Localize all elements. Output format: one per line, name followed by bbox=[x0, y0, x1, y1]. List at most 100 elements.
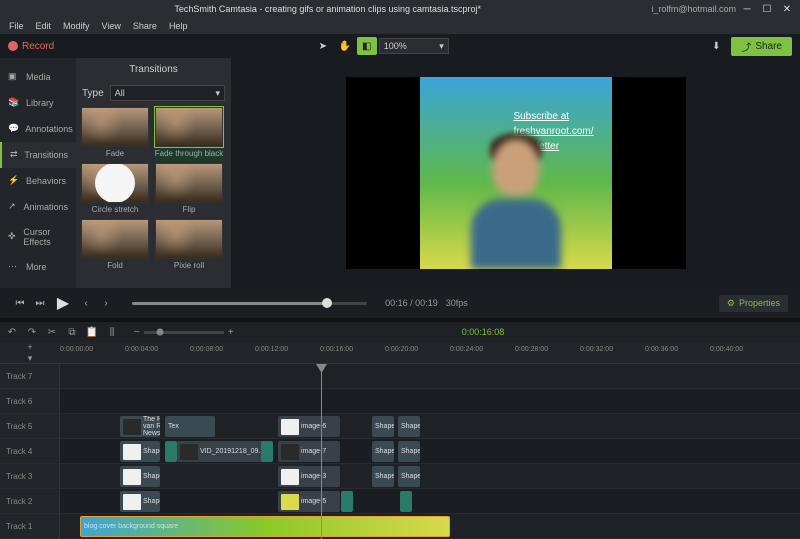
timeline-clip[interactable] bbox=[261, 441, 273, 462]
timeline-clip[interactable]: Shape bbox=[372, 466, 394, 487]
menu-help[interactable]: Help bbox=[164, 20, 193, 32]
preview-canvas[interactable]: Subscribe atfreshvanroot.com/newsletter bbox=[346, 77, 686, 269]
track-options-button[interactable]: ▾ bbox=[28, 353, 33, 364]
track-row[interactable]: Track 3Shapeimage-3ShapeShape bbox=[0, 464, 800, 489]
transition-flip[interactable]: Flip bbox=[154, 163, 224, 217]
prev-frame-button[interactable]: ⏮ bbox=[12, 295, 28, 311]
hand-tool-icon[interactable]: ✋ bbox=[335, 37, 355, 55]
track-row[interactable]: Track 7 bbox=[0, 364, 800, 389]
menu-edit[interactable]: Edit bbox=[31, 20, 57, 32]
menu-file[interactable]: File bbox=[4, 20, 29, 32]
menu-modify[interactable]: Modify bbox=[58, 20, 95, 32]
time-ruler[interactable]: 0:00:00:000:00:04:000:00:08:000:00:12:00… bbox=[60, 342, 800, 363]
timeline-clip[interactable]: Shape bbox=[398, 466, 420, 487]
transition-pixie-roll[interactable]: Pixie roll bbox=[154, 219, 224, 273]
transition-thumbnail bbox=[155, 163, 223, 203]
zoom-in-icon[interactable]: + bbox=[228, 327, 234, 338]
scrub-thumb[interactable] bbox=[322, 298, 332, 308]
timeline-clip[interactable]: Shape bbox=[372, 441, 394, 462]
clip-label: Shape bbox=[375, 423, 394, 430]
sidebar-item-media[interactable]: ▣Media bbox=[0, 64, 76, 90]
sidebar-item-library[interactable]: 📚Library bbox=[0, 90, 76, 116]
timeline-clip[interactable]: image-6 bbox=[278, 416, 340, 437]
record-button[interactable]: Record bbox=[8, 41, 54, 52]
sidebar-item-behaviors[interactable]: ⚡Behaviors bbox=[0, 168, 76, 194]
crop-tool-icon[interactable]: ◧ bbox=[357, 37, 377, 55]
scrubber[interactable] bbox=[132, 302, 367, 305]
transition-circle-stretch[interactable]: Circle stretch bbox=[80, 163, 150, 217]
properties-label: Properties bbox=[739, 298, 780, 308]
clip-label: Shape bbox=[401, 423, 420, 430]
track-row[interactable]: Track 4ShapeVID_20191218_09…image-7Shape… bbox=[0, 439, 800, 464]
track-row[interactable]: Track 5The Fresh van Root NewsletterTexi… bbox=[0, 414, 800, 439]
maximize-button[interactable]: ☐ bbox=[758, 1, 776, 17]
track-row[interactable]: Track 6 bbox=[0, 389, 800, 414]
timeline-clip[interactable]: blog cover background square bbox=[80, 516, 450, 537]
download-icon[interactable]: ⬇ bbox=[707, 37, 725, 55]
clip-thumbnail bbox=[123, 419, 141, 435]
timeline-clip[interactable]: Shape bbox=[398, 416, 420, 437]
transition-thumbnail bbox=[81, 219, 149, 259]
timeline-clip[interactable]: image-5 bbox=[278, 491, 340, 512]
animations-icon: ↗ bbox=[8, 201, 17, 213]
close-button[interactable]: ✕ bbox=[778, 1, 796, 17]
timeline-clip[interactable]: VID_20191218_09… bbox=[177, 441, 271, 462]
sidebar-item-animations[interactable]: ↗Animations bbox=[0, 194, 76, 220]
copy-icon[interactable]: ⧉ bbox=[66, 326, 78, 338]
add-track-button[interactable]: + bbox=[27, 342, 32, 352]
playhead[interactable] bbox=[321, 364, 322, 539]
type-select[interactable]: All ▾ bbox=[110, 85, 225, 101]
share-button[interactable]: ⤴ Share bbox=[731, 37, 792, 56]
transition-fade-through-black[interactable]: Fade through black bbox=[154, 107, 224, 161]
paste-icon[interactable]: 📋 bbox=[86, 326, 98, 338]
transition-thumbnail bbox=[155, 219, 223, 259]
clip-thumbnail bbox=[281, 469, 299, 485]
timeline-clip[interactable]: Shape bbox=[398, 441, 420, 462]
zoom-out-icon[interactable]: − bbox=[134, 327, 140, 338]
sidebar: ▣Media📚Library💬Annotations⇄Transitions⚡B… bbox=[0, 58, 76, 288]
main-toolbar: Record ➤ ✋ ◧ 100%▾ ⬇ ⤴ Share bbox=[0, 34, 800, 58]
share-icon: ⤴ bbox=[741, 39, 751, 54]
timeline-clip[interactable] bbox=[165, 441, 177, 462]
timeline-clip[interactable]: image-3 bbox=[278, 466, 340, 487]
sidebar-item-annotations[interactable]: 💬Annotations bbox=[0, 116, 76, 142]
play-button[interactable]: ▶ bbox=[52, 292, 74, 314]
menu-view[interactable]: View bbox=[97, 20, 126, 32]
timeline-clip[interactable]: Shape bbox=[120, 466, 160, 487]
timeline-clip[interactable]: Shape bbox=[120, 441, 160, 462]
timeline-clip[interactable] bbox=[400, 491, 412, 512]
track-row[interactable]: Track 2Shapeimage-5 bbox=[0, 489, 800, 514]
clip-label: Tex bbox=[168, 423, 179, 430]
timeline-clip[interactable]: Shape bbox=[120, 491, 160, 512]
next-frame-button[interactable]: ⏭ bbox=[32, 295, 48, 311]
cut-icon[interactable]: ✂ bbox=[46, 326, 58, 338]
transitions-panel: Transitions Type All ▾ FadeFade through … bbox=[76, 58, 231, 288]
minimize-button[interactable]: ─ bbox=[738, 1, 756, 17]
step-back-button[interactable]: ‹ bbox=[78, 295, 94, 311]
timeline-clip[interactable] bbox=[341, 491, 353, 512]
timeline-clip[interactable]: The Fresh van Root Newsletter bbox=[120, 416, 160, 437]
pointer-tool-icon[interactable]: ➤ bbox=[313, 37, 333, 55]
sidebar-item-transitions[interactable]: ⇄Transitions bbox=[0, 142, 76, 168]
track-row[interactable]: Track 1blog cover background square bbox=[0, 514, 800, 539]
step-forward-button[interactable]: › bbox=[98, 295, 114, 311]
zoom-select[interactable]: 100%▾ bbox=[379, 38, 449, 54]
clip-label: Shape bbox=[401, 448, 420, 455]
properties-button[interactable]: ⚙ Properties bbox=[719, 295, 788, 312]
timeline-clip[interactable]: image-7 bbox=[278, 441, 340, 462]
sidebar-item-label: Media bbox=[26, 72, 51, 82]
timeline-zoom-slider[interactable] bbox=[144, 331, 224, 334]
clip-thumbnail bbox=[281, 419, 299, 435]
transition-fold[interactable]: Fold bbox=[80, 219, 150, 273]
clip-thumbnail bbox=[180, 444, 198, 460]
sidebar-item-more[interactable]: ⋯More bbox=[0, 254, 76, 280]
menu-share[interactable]: Share bbox=[128, 20, 162, 32]
undo-icon[interactable]: ↶ bbox=[6, 326, 18, 338]
time-display: 00:16 / 00:19 bbox=[385, 298, 438, 308]
sidebar-item-cursor-effects[interactable]: ✜Cursor Effects bbox=[0, 220, 76, 254]
transition-fade[interactable]: Fade bbox=[80, 107, 150, 161]
timeline-clip[interactable]: Shape bbox=[372, 416, 394, 437]
redo-icon[interactable]: ↷ bbox=[26, 326, 38, 338]
timeline-clip[interactable]: Tex bbox=[165, 416, 215, 437]
split-icon[interactable]: ⫼ bbox=[106, 326, 118, 338]
